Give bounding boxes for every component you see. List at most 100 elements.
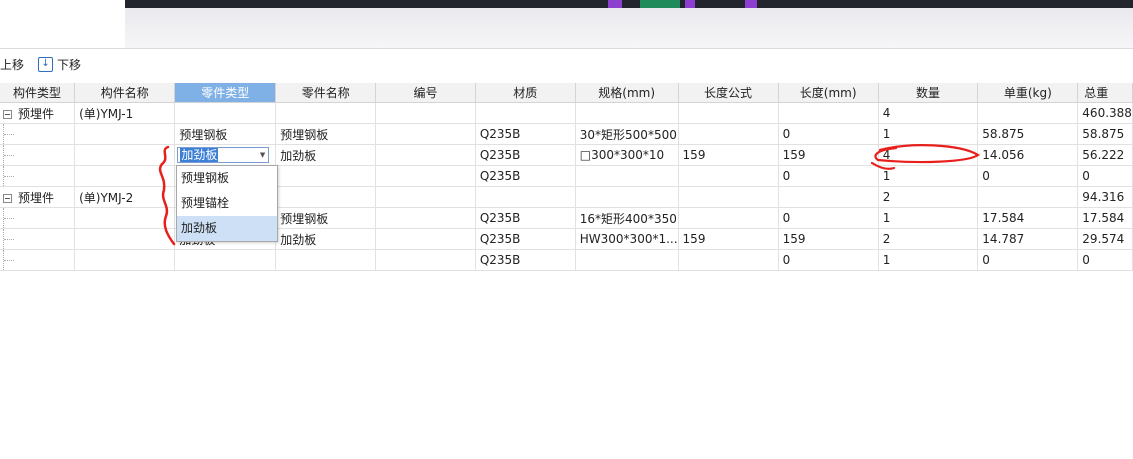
table-cell[interactable]: 29.574 [1077,228,1133,250]
table-cell[interactable] [678,123,779,145]
table-cell[interactable] [74,144,176,166]
tree-cell[interactable]: 预埋件 [0,102,76,124]
table-cell[interactable] [977,186,1079,208]
3d-viewport[interactable] [125,0,1133,8]
tree-cell[interactable] [0,228,76,250]
table-cell[interactable]: 30*矩形500*500 [575,123,679,145]
table-cell[interactable] [778,102,879,124]
table-cell[interactable] [375,102,476,124]
table-cell[interactable]: 58.875 [1077,123,1133,145]
move-up-button[interactable]: 上移 [0,56,24,73]
table-cell[interactable] [275,165,377,187]
tree-cell[interactable] [0,165,76,187]
col-header[interactable]: 构件类型 [0,83,76,103]
table-cell[interactable] [375,123,476,145]
table-cell[interactable]: 加劲板 [275,228,377,250]
col-header[interactable]: 编号 [375,83,476,103]
table-cell[interactable]: □300*300*10 [575,144,679,166]
table-cell[interactable]: 加劲板 [275,144,377,166]
table-cell[interactable]: 预埋钢板 [174,123,277,145]
table-cell[interactable]: 0 [778,207,879,229]
tree-cell[interactable] [0,207,76,229]
table-cell[interactable]: 0 [977,165,1079,187]
table-cell[interactable]: 预埋钢板 [275,123,377,145]
tree-cell[interactable] [0,249,76,271]
table-cell[interactable]: 460.388 [1077,102,1133,124]
table-cell[interactable] [575,102,679,124]
table-row[interactable]: 预埋钢板 预埋钢板 Q235B 30*矩形500*500 0 1 58.875 58.875 [0,123,1133,145]
table-cell[interactable] [174,102,277,124]
collapse-icon[interactable] [3,109,12,119]
part-type-combo[interactable]: 加劲板 ▼ [177,147,270,163]
move-down-button[interactable]: 下移 [57,56,81,73]
table-cell[interactable]: 1 [878,165,979,187]
table-cell[interactable]: 2 [878,186,979,208]
table-row[interactable]: Q235B 0 1 0 0 [0,249,1133,271]
table-cell[interactable]: 17.584 [977,207,1079,229]
table-cell[interactable] [74,123,176,145]
table-cell[interactable]: 16*矩形400*350 [575,207,679,229]
table-cell[interactable]: 0 [1077,165,1133,187]
table-cell[interactable] [174,249,277,271]
table-cell[interactable]: 159 [778,144,879,166]
table-cell[interactable]: 159 [778,228,879,250]
col-header[interactable]: 规格(mm) [575,83,679,103]
table-cell[interactable]: 0 [1077,249,1133,271]
table-cell[interactable]: 159 [678,144,779,166]
table-cell[interactable]: 94.316 [1077,186,1133,208]
chevron-down-icon[interactable]: ▼ [260,151,265,159]
dropdown-option[interactable]: 预埋锚栓 [177,191,277,216]
table-cell[interactable]: 56.222 [1077,144,1133,166]
table-cell[interactable]: 4 [878,102,979,124]
table-row[interactable]: 加劲板 ▼ 加劲板 Q235B □300*300*10 159 159 4 14.056 56.2… [0,144,1133,166]
table-cell[interactable] [375,144,476,166]
part-type-cell[interactable]: 加劲板 ▼ [174,144,277,166]
table-cell[interactable] [475,186,576,208]
table-cell[interactable]: 58.875 [977,123,1079,145]
table-cell[interactable]: 14.056 [977,144,1079,166]
table-cell[interactable] [375,207,476,229]
tree-cell[interactable] [0,144,76,166]
table-cell[interactable] [74,228,176,250]
part-type-dropdown[interactable]: 预埋钢板 预埋锚栓 加劲板 [176,165,278,242]
table-cell[interactable] [575,165,679,187]
table-cell[interactable] [678,165,779,187]
table-cell[interactable]: Q235B [475,123,576,145]
table-cell[interactable]: (单)YMJ-2 [74,186,176,208]
arrow-down-icon[interactable]: ↓ [38,56,54,72]
table-cell[interactable]: 1 [878,249,979,271]
col-header[interactable]: 构件名称 [74,83,176,103]
col-header[interactable]: 长度(mm) [778,83,879,103]
table-cell[interactable] [678,102,779,124]
col-header[interactable]: 材质 [475,83,576,103]
col-header[interactable]: 数量 [878,83,979,103]
table-cell[interactable] [375,186,476,208]
table-cell[interactable]: Q235B [475,228,576,250]
tree-cell[interactable] [0,123,76,145]
table-cell[interactable] [74,207,176,229]
table-cell[interactable]: 159 [678,228,779,250]
table-cell[interactable]: HW300*300*1... [575,228,679,250]
col-header[interactable]: 单重(kg) [977,83,1079,103]
table-cell[interactable]: 0 [778,249,879,271]
table-cell[interactable] [275,249,377,271]
table-cell[interactable] [678,249,779,271]
table-cell[interactable]: 0 [977,249,1079,271]
table-cell[interactable]: 预埋钢板 [275,207,377,229]
table-cell[interactable] [575,186,679,208]
table-cell[interactable] [375,165,476,187]
table-cell[interactable] [678,186,779,208]
table-row[interactable]: 预埋钢板 Q235B 16*矩形400*350 0 1 17.584 17.584 [0,207,1133,229]
table-cell[interactable] [375,249,476,271]
table-cell[interactable] [778,186,879,208]
table-cell[interactable] [275,102,377,124]
col-header[interactable]: 总重 [1077,83,1133,103]
table-cell[interactable] [575,249,679,271]
table-cell[interactable] [74,249,176,271]
table-cell[interactable]: 1 [878,123,979,145]
table-cell[interactable] [74,165,176,187]
dropdown-option-highlighted[interactable]: 加劲板 [177,216,277,241]
table-row[interactable]: 加劲板加劲板Q235BHW300*300*1...159159214.78729… [0,228,1133,250]
table-cell[interactable]: Q235B [475,144,576,166]
table-cell[interactable]: (单)YMJ-1 [74,102,176,124]
